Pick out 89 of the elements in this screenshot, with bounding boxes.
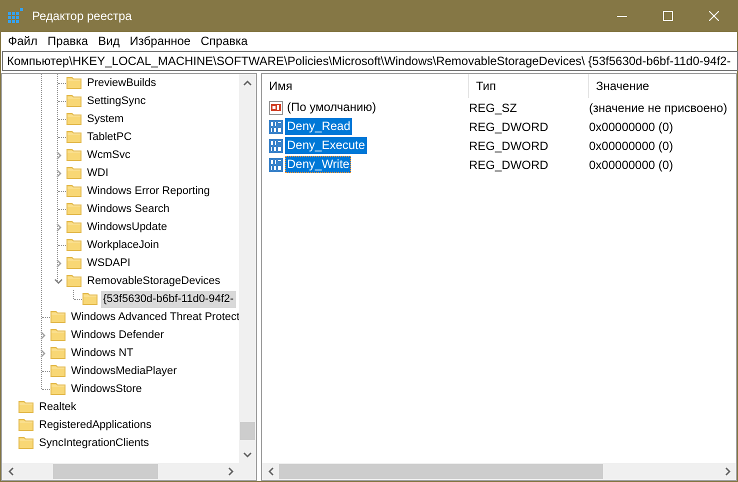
menu-item[interactable]: Избранное — [124, 33, 196, 50]
tree-item[interactable]: RemovableStorageDevices — [85, 272, 222, 290]
tree-item[interactable]: System — [85, 110, 126, 128]
window-title: Редактор реестра — [32, 8, 132, 25]
scroll-thumb[interactable] — [240, 422, 255, 440]
folder-icon — [66, 221, 82, 233]
folder-icon — [18, 401, 34, 413]
expand-icon[interactable] — [54, 168, 62, 178]
folder-icon — [50, 383, 66, 395]
vertical-scrollbar[interactable] — [239, 74, 256, 463]
tree-item[interactable]: WcmSvc — [85, 146, 132, 164]
scroll-thumb[interactable] — [279, 464, 603, 479]
folder-icon — [50, 311, 66, 323]
folder-icon — [66, 113, 82, 125]
menu-item[interactable]: Справка — [196, 33, 253, 50]
column-header[interactable]: Имя — [262, 74, 469, 98]
expand-icon[interactable] — [54, 258, 62, 268]
collapse-icon[interactable] — [54, 276, 62, 286]
value-type: REG_DWORD — [469, 158, 548, 172]
folder-icon — [66, 77, 82, 89]
value-data: 0x00000000 (0) — [589, 158, 674, 172]
folder-icon — [18, 437, 34, 449]
tree-item[interactable]: WDI — [85, 164, 110, 182]
horizontal-scrollbar[interactable] — [262, 463, 736, 480]
value-type: REG_DWORD — [469, 120, 548, 134]
expand-icon[interactable] — [38, 348, 46, 358]
scroll-down-icon[interactable] — [243, 452, 252, 458]
column-header[interactable]: Значение — [589, 74, 729, 98]
value-data: (значение не присвоено) — [589, 100, 728, 114]
address-bar[interactable]: Компьютер\HKEY_LOCAL_MACHINE\SOFTWARE\Policies\Microsoft\Windows\RemovableStorageDevices\ {53f5630d-b6bf-11d0-94f2- — [2, 51, 738, 71]
tree-item[interactable]: SyncIntegrationClients — [37, 434, 152, 452]
menu-item[interactable]: Файл — [3, 33, 43, 50]
folder-icon — [66, 239, 82, 251]
string-value-icon — [268, 100, 284, 116]
tree-item[interactable]: Windows NT — [69, 344, 136, 362]
registry-icon — [8, 8, 24, 24]
folder-icon — [66, 257, 82, 269]
scroll-right-icon[interactable] — [724, 467, 730, 476]
tree-item[interactable]: WindowsStore — [69, 380, 144, 398]
folder-icon — [18, 419, 34, 431]
folder-icon — [66, 131, 82, 143]
folder-icon — [50, 347, 66, 359]
binary-value-icon — [268, 118, 284, 134]
folder-icon — [50, 329, 66, 341]
menu-item[interactable]: Правка — [42, 33, 94, 50]
value-data: 0x00000000 (0) — [589, 138, 674, 152]
value-type: REG_DWORD — [469, 138, 548, 152]
column-header[interactable]: Тип — [469, 74, 589, 98]
tree-item[interactable]: SettingSync — [85, 92, 148, 110]
folder-icon — [66, 167, 82, 179]
tree-item[interactable]: WindowsMediaPlayer — [69, 362, 179, 380]
value-name[interactable]: (По умолчанию) — [285, 99, 378, 116]
maximize-icon — [663, 11, 673, 21]
tree-item[interactable]: WindowsUpdate — [85, 218, 170, 236]
scroll-thumb[interactable] — [53, 464, 158, 479]
tree-item[interactable]: TabletPC — [85, 128, 134, 146]
tree-item[interactable]: Realtek — [37, 398, 78, 416]
scroll-left-icon[interactable] — [8, 467, 14, 476]
value-data: 0x00000000 (0) — [589, 120, 674, 134]
close-icon — [709, 11, 719, 21]
value-name[interactable]: Deny_Write — [285, 156, 352, 173]
folder-icon — [50, 365, 66, 377]
value-name[interactable]: Deny_Execute — [285, 137, 368, 154]
scroll-right-icon[interactable] — [228, 467, 234, 476]
tree-item[interactable]: Windows Error Reporting — [85, 182, 212, 200]
tree-item[interactable]: WSDAPI — [85, 254, 132, 272]
folder-icon — [66, 203, 82, 215]
tree-item[interactable]: PreviewBuilds — [85, 74, 158, 92]
folder-icon — [66, 149, 82, 161]
tree-item[interactable]: {53f5630d-b6bf-11d0-94f2- — [101, 290, 236, 308]
folder-icon — [66, 95, 82, 107]
value-type: REG_SZ — [469, 100, 518, 114]
folder-icon — [82, 293, 98, 305]
binary-value-icon — [268, 138, 284, 154]
tree-item[interactable]: Windows Search — [85, 200, 172, 218]
horizontal-scrollbar[interactable] — [2, 463, 256, 480]
folder-icon — [66, 185, 82, 197]
scroll-left-icon[interactable] — [268, 467, 274, 476]
scroll-up-icon[interactable] — [243, 80, 252, 86]
expand-icon[interactable] — [54, 150, 62, 160]
folder-icon — [66, 275, 82, 287]
expand-icon[interactable] — [38, 330, 46, 340]
value-name[interactable]: Deny_Read — [285, 118, 352, 135]
menu-item[interactable]: Вид — [93, 33, 125, 50]
tree-item[interactable]: Windows Defender — [69, 326, 166, 344]
binary-value-icon — [268, 156, 284, 172]
tree-item[interactable]: RegisteredApplications — [37, 416, 154, 434]
tree-item[interactable]: WorkplaceJoin — [85, 236, 161, 254]
expand-icon[interactable] — [54, 222, 62, 232]
